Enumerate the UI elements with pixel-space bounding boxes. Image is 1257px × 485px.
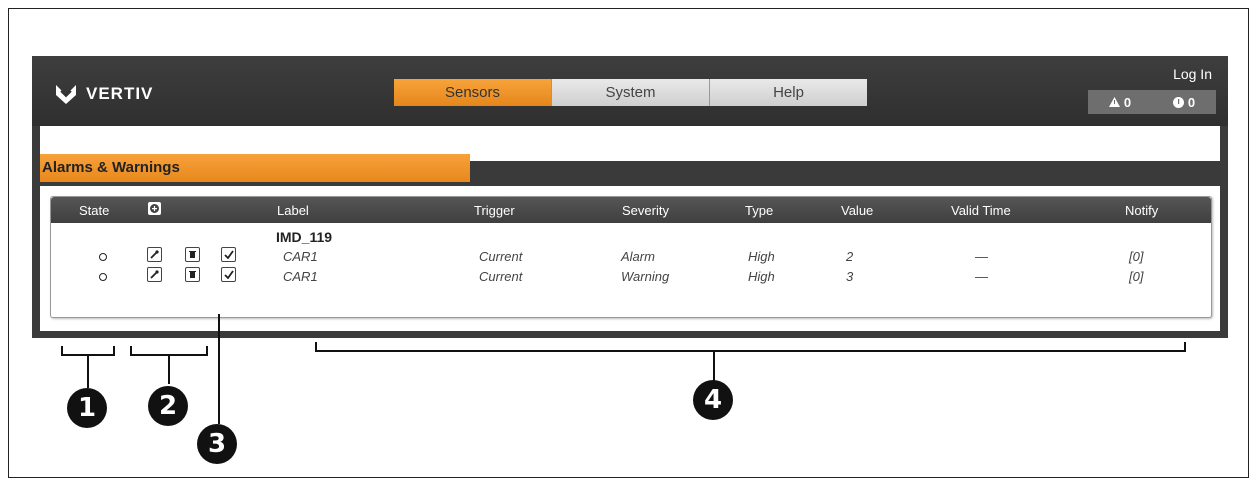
vertiv-logo-icon [56, 85, 76, 104]
callout-2: 2 [148, 386, 188, 426]
row-valid-time: — [975, 249, 988, 264]
col-trigger: Trigger [474, 203, 515, 218]
enable-checkbox-icon[interactable] [221, 247, 236, 262]
row-severity: Warning [621, 269, 670, 284]
row-notify[interactable]: [0] [1129, 269, 1143, 284]
row-notify[interactable]: [0] [1129, 249, 1143, 264]
col-state: State [79, 203, 110, 218]
row-label: CAR1 [283, 269, 318, 284]
plus-icon [148, 202, 161, 215]
col-severity: Severity [622, 203, 669, 218]
table-row: CAR1 Current Alarm High 2 — [0] [51, 247, 1211, 267]
section-title: Alarms & Warnings [40, 154, 470, 182]
callout-1: 1 [67, 388, 107, 428]
content-area: Alarms & Warnings State Label Trigger Se… [40, 126, 1220, 331]
add-alarm-button[interactable] [147, 201, 162, 219]
callout-bracket-4 [315, 342, 1186, 352]
table-row: CAR1 Current Warning High 3 — [0] [51, 267, 1211, 287]
alarm-count: 0 [1123, 94, 1132, 110]
row-valid-time: — [975, 269, 988, 284]
top-bar: VERTIV Sensors System Help Log In 0 0 [32, 56, 1228, 126]
row-value: 3 [846, 269, 854, 284]
section-header-bar [470, 161, 1220, 182]
col-type: Type [745, 203, 774, 218]
col-value: Value [841, 203, 874, 218]
callout-stem-1 [87, 356, 89, 388]
callout-4: 4 [693, 380, 733, 420]
delete-trash-icon[interactable] [185, 267, 200, 282]
delete-trash-icon[interactable] [185, 247, 200, 262]
main-nav: Sensors System Help [394, 79, 867, 106]
alarm-triangle-icon [1108, 97, 1120, 107]
edit-wrench-icon[interactable] [147, 247, 162, 262]
brand-name: VERTIV [86, 84, 154, 103]
col-label: Label [277, 203, 309, 218]
row-label: CAR1 [283, 249, 318, 264]
tab-sensors[interactable]: Sensors [394, 79, 552, 106]
table-header: State Label Trigger Severity Type Value … [51, 197, 1211, 223]
warning-circle-icon [1172, 96, 1184, 108]
callout-stem-3 [218, 314, 220, 424]
warning-count: 0 [1187, 94, 1196, 110]
status-counts[interactable]: 0 0 [1088, 90, 1216, 114]
row-severity: Alarm [621, 249, 655, 264]
section-divider [40, 182, 1220, 186]
alarm-count-badge[interactable]: 0 [1108, 94, 1132, 110]
vertiv-logo: VERTIV [54, 83, 153, 105]
state-indicator-icon [99, 253, 107, 261]
edit-wrench-icon[interactable] [147, 267, 162, 282]
warning-count-badge[interactable]: 0 [1172, 94, 1196, 110]
callout-stem-4 [713, 352, 715, 382]
row-type: High [748, 249, 775, 264]
callout-bracket-1 [61, 346, 115, 356]
app-window: VERTIV Sensors System Help Log In 0 0 Al… [32, 56, 1228, 338]
row-trigger: Current [479, 249, 523, 264]
tab-help[interactable]: Help [710, 79, 867, 106]
col-valid-time: Valid Time [951, 203, 1011, 218]
callout-bracket-2 [130, 346, 208, 356]
row-type: High [748, 269, 775, 284]
alarms-table: State Label Trigger Severity Type Value … [50, 196, 1212, 318]
enable-checkbox-icon[interactable] [221, 267, 236, 282]
tab-system[interactable]: System [552, 79, 710, 106]
row-value: 2 [846, 249, 854, 264]
row-trigger: Current [479, 269, 523, 284]
device-group-label: IMD_119 [276, 229, 333, 245]
callout-stem-2 [168, 356, 170, 384]
login-link[interactable]: Log In [1173, 66, 1212, 82]
col-notify: Notify [1125, 203, 1159, 218]
state-indicator-icon [99, 273, 107, 281]
callout-3: 3 [197, 424, 237, 464]
